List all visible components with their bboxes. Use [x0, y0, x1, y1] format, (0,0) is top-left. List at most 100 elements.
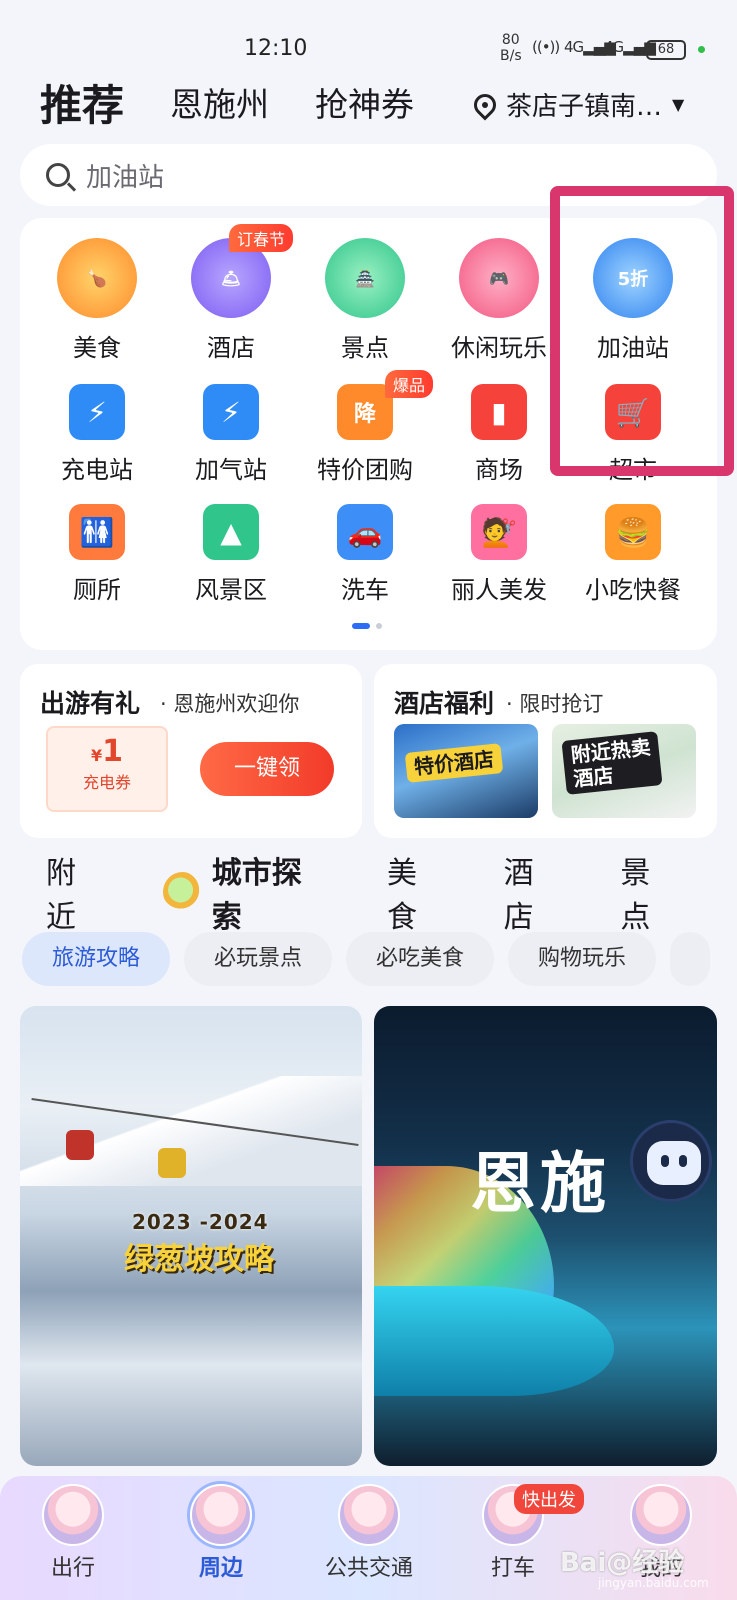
feed-card-ski[interactable]: 2023 -2024 绿葱坡攻略 [20, 1006, 362, 1466]
deals-tag: 爆品 [384, 370, 433, 398]
category-label: 洗车 [341, 576, 389, 604]
category-label: 加气站 [195, 456, 267, 484]
coupon[interactable]: ¥1 充电券 [46, 726, 168, 812]
food-icon: 🍗 [57, 238, 137, 318]
highlight-box [550, 186, 734, 476]
nav-nearby[interactable]: 周边 [156, 1484, 286, 1582]
chip-must-see[interactable]: 必玩景点 [184, 932, 333, 986]
chip-travel-guide[interactable]: 旅游攻略 [22, 932, 171, 986]
watermark-url: jingyan.baidu.com [598, 1576, 709, 1590]
temple-icon: 🏯 [325, 238, 405, 318]
hotel-tag: 订春节 [228, 224, 293, 252]
category-label: 休闲玩乐 [451, 334, 547, 362]
robot-assistant-icon[interactable] [630, 1120, 712, 1202]
gondola-yellow [158, 1148, 186, 1178]
robot-eye [661, 1155, 669, 1167]
category-gas-filling[interactable]: ⚡ 加气站 [166, 384, 296, 485]
chip-must-eat[interactable]: 必吃美食 [346, 932, 495, 986]
category-mall[interactable]: ▮ 商场 [434, 384, 564, 485]
tab-enshi[interactable]: 恩施州 [170, 78, 269, 126]
filter-chips: 旅游攻略 必玩景点 必吃美食 购物玩乐 [22, 932, 724, 986]
category-car-wash[interactable]: 🚗 洗车 [300, 504, 430, 605]
caret-down-icon: ▼ [672, 95, 685, 114]
building-icon: ▮ [471, 384, 527, 440]
promo-subtitle: · 限时抢订 [506, 692, 604, 716]
coupon-amount: ¥1 [48, 734, 166, 769]
magnifier-icon [162, 872, 202, 912]
search-icon [46, 163, 70, 187]
category-scenic-area[interactable]: ▲ 风景区 [166, 504, 296, 605]
robot-face [647, 1141, 701, 1185]
hotel-icon: 🛎 订春节 [191, 224, 293, 318]
promo-subtitle: · 恩施州欢迎你 [160, 692, 300, 716]
nearby-hotel-image[interactable]: 附近热卖 酒店 [552, 724, 696, 818]
lightning-icon: ⚡ [69, 384, 125, 440]
wifi-icon: ((•)) [532, 38, 560, 56]
tab-city-explore-label: 城市探索 [211, 856, 302, 935]
location-pin-icon [469, 88, 501, 121]
mountain-icon: ▲ [203, 504, 259, 560]
coupon-name: 充电券 [82, 773, 131, 792]
promo-title: 出游有礼 [40, 689, 141, 718]
hotel-deal-label: 特价酒店 [404, 743, 504, 783]
nearby-hotel-label: 附近热卖 酒店 [561, 731, 663, 795]
category-food[interactable]: 🍗 美食 [32, 238, 162, 363]
avatar [630, 1484, 692, 1546]
page-dot-active [352, 623, 370, 629]
tab-coupons[interactable]: 抢神券 [315, 78, 414, 126]
category-hotel[interactable]: 🛎 订春节 酒店 [166, 224, 296, 363]
category-label: 景点 [341, 334, 389, 362]
tab-nearby[interactable]: 附近 [46, 848, 105, 936]
category-beauty[interactable]: 💇 丽人美发 [434, 504, 564, 605]
category-label: 美食 [73, 334, 121, 362]
nav-travel[interactable]: 出行 [8, 1484, 138, 1582]
car-icon: 🚗 [337, 504, 393, 560]
avatar [190, 1484, 252, 1546]
tab-recommend[interactable]: 推荐 [40, 72, 124, 133]
claim-button[interactable]: 一键领 [200, 742, 334, 796]
burger-icon: 🍔 [605, 504, 661, 560]
avatar [338, 1484, 400, 1546]
nav-label: 周边 [198, 1556, 243, 1581]
category-group-deals[interactable]: 降 爆品 特价团购 [300, 370, 433, 485]
category-sights[interactable]: 🏯 景点 [300, 238, 430, 363]
tab-sights[interactable]: 景点 [620, 848, 679, 936]
category-leisure[interactable]: 🎮 休闲玩乐 [434, 238, 564, 363]
promo-title: 酒店福利 [394, 689, 495, 718]
category-snacks[interactable]: 🍔 小吃快餐 [568, 504, 698, 605]
page-dot [376, 623, 382, 629]
feed-title: 恩施 [470, 1145, 610, 1222]
price-drop-icon: 降 爆品 [337, 370, 433, 440]
gondola-red [66, 1130, 94, 1160]
watermark: Bai@经验 [560, 1548, 685, 1578]
promo-hotel-card[interactable]: 酒店福利 · 限时抢订 特价酒店 附近热卖 酒店 [374, 664, 717, 838]
tab-city-explore[interactable]: 城市探索 [162, 848, 329, 954]
hair-icon: 💇 [471, 504, 527, 560]
feed-card-enshi[interactable]: 恩施 [374, 1006, 717, 1466]
category-charging[interactable]: ⚡ 充电站 [32, 384, 162, 485]
tab-hotel[interactable]: 酒店 [504, 848, 563, 936]
nav-label: 出行 [50, 1556, 95, 1581]
promo-travel-card[interactable]: 出游有礼 · 恩施州欢迎你 ¥1 充电券 一键领 [20, 664, 362, 838]
category-label: 充电站 [61, 456, 133, 484]
location-text: 茶店子镇南… [506, 92, 663, 122]
category-label: 厕所 [73, 576, 121, 604]
category-toilet[interactable]: 🚻 厕所 [32, 504, 162, 605]
status-dot [698, 46, 705, 53]
chip-more[interactable] [670, 932, 711, 986]
nav-label: 公共交通 [324, 1556, 413, 1581]
category-label: 特价团购 [317, 456, 413, 484]
location-selector[interactable]: 茶店子镇南… ▼ [469, 86, 685, 123]
coupon-value: 1 [102, 734, 123, 769]
category-label: 丽人美发 [451, 576, 547, 604]
status-bar: 12:10 80 B/s ((•)) 4G▂▄▆ 4G▂▄▆ 68 [0, 0, 737, 70]
status-time: 12:10 [244, 36, 308, 61]
chip-shopping[interactable]: 购物玩乐 [508, 932, 657, 986]
robot-eye [679, 1155, 687, 1167]
header-tabs: 推荐 恩施州 抢神券 [40, 74, 460, 130]
tab-food[interactable]: 美食 [387, 848, 446, 936]
nav-public-transit[interactable]: 公共交通 [304, 1484, 434, 1582]
hotel-deal-image[interactable]: 特价酒店 [394, 724, 538, 818]
page-indicator [352, 623, 388, 629]
gamepad-icon: 🎮 [459, 238, 539, 318]
